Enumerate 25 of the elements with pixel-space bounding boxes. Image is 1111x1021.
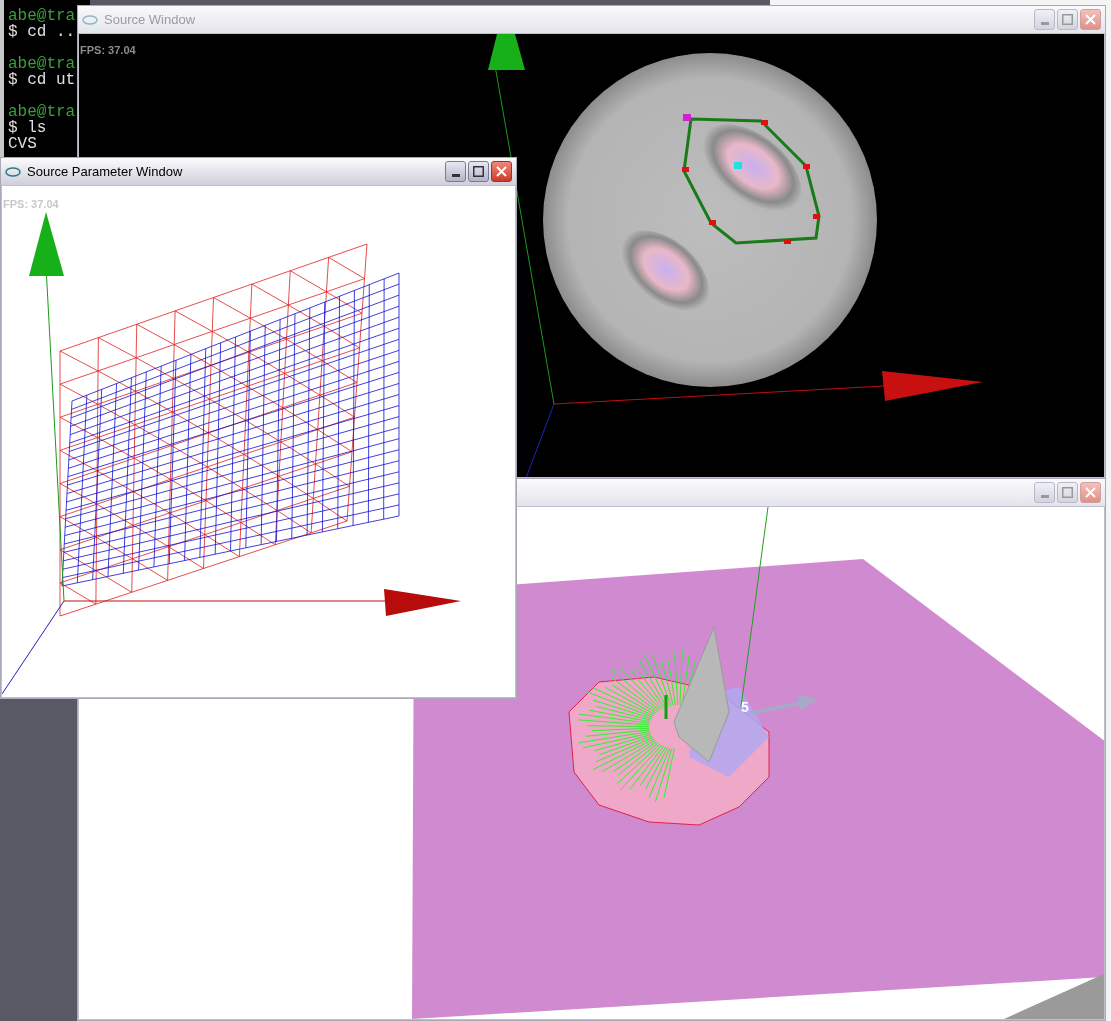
close-button[interactable] xyxy=(491,161,512,182)
minimize-icon xyxy=(1040,495,1049,498)
close-icon xyxy=(496,166,507,177)
close-icon xyxy=(1085,487,1096,498)
minimize-icon xyxy=(451,174,460,177)
terminal-command: $ ls xyxy=(8,120,48,136)
window-title: Source Parameter Window xyxy=(27,162,183,181)
close-icon xyxy=(1085,14,1096,25)
maximize-icon xyxy=(1062,487,1073,498)
app-icon xyxy=(5,166,21,177)
minimize-icon xyxy=(1040,22,1049,25)
app-icon xyxy=(82,14,98,25)
terminal-prompt: abe@tra xyxy=(8,104,77,120)
terminal-command: $ cd .. xyxy=(8,24,77,40)
terminal-prompt: abe@tra xyxy=(8,56,77,72)
terminal-prompt: abe@tra xyxy=(8,8,77,24)
terminal-output: CVS xyxy=(8,136,38,152)
fps-counter: FPS: 37.04 xyxy=(80,43,136,58)
maximize-button[interactable] xyxy=(468,161,489,182)
window-title: Source Window xyxy=(104,10,196,29)
terminal-command: $ cd ut xyxy=(8,72,77,88)
maximize-icon xyxy=(1062,14,1073,25)
minimize-button[interactable] xyxy=(445,161,466,182)
maximize-icon xyxy=(473,166,484,177)
vertex-label: 5 xyxy=(741,698,749,717)
